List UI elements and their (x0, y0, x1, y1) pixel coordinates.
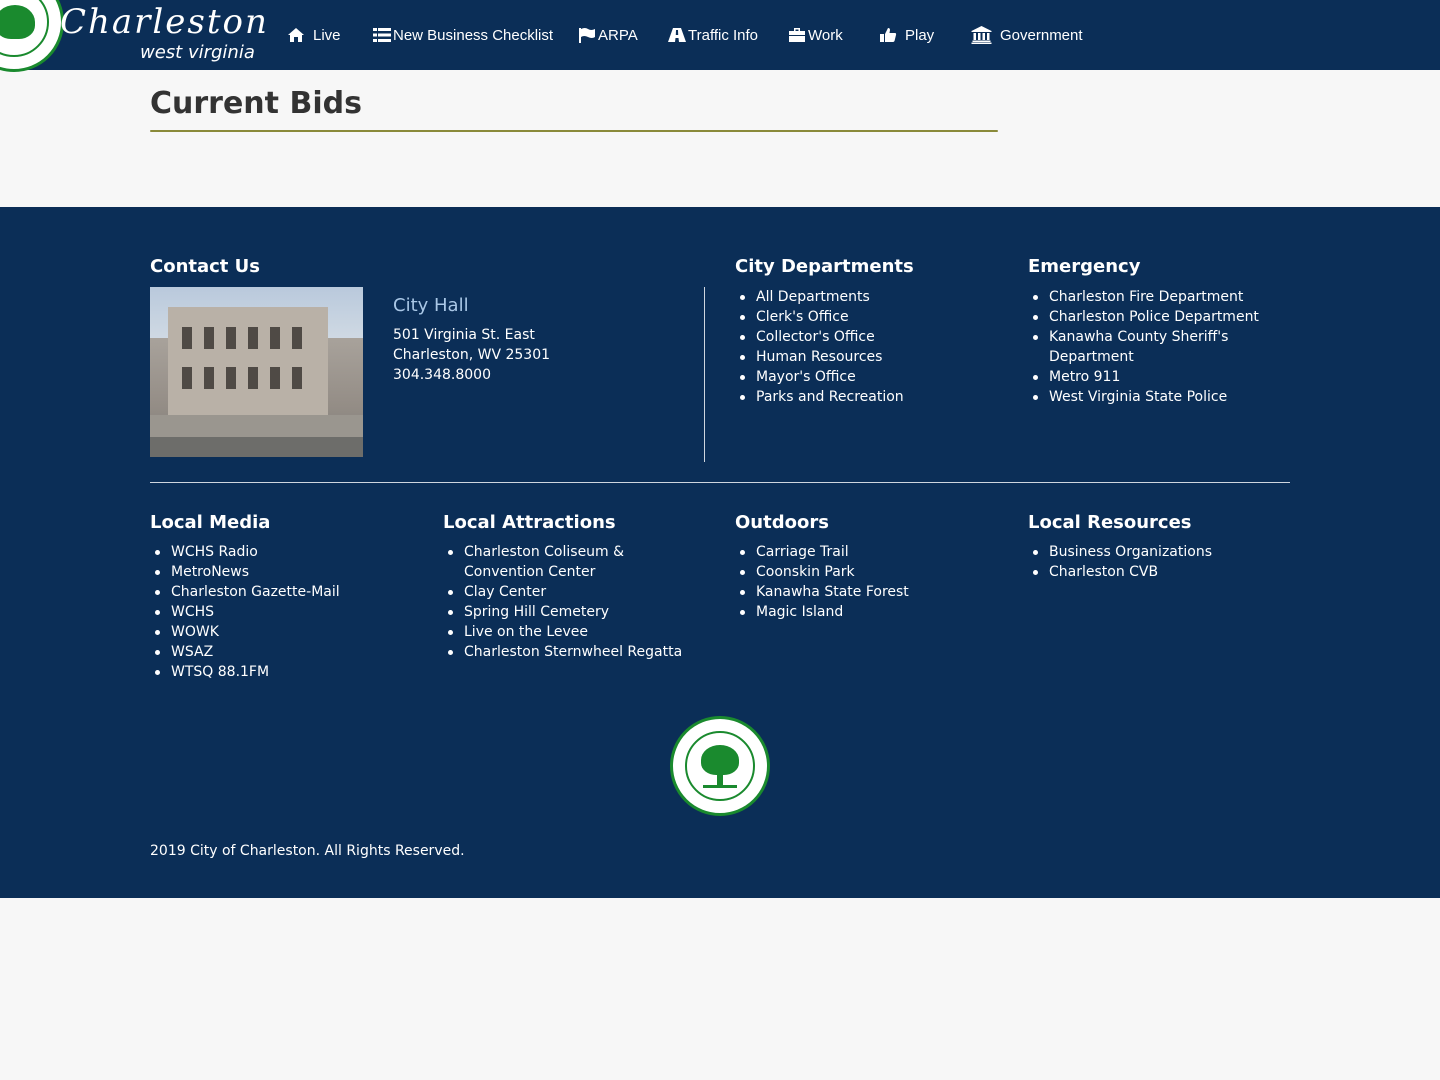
list-item[interactable]: Coonskin Park (735, 562, 1005, 582)
list-item[interactable]: Charleston Fire Department (1028, 287, 1268, 307)
list-item[interactable]: MetroNews (150, 562, 420, 582)
list-item[interactable]: Charleston Coliseum & Convention Center (443, 542, 705, 582)
top-navbar: Charleston west virginia Live New Busine… (0, 0, 1440, 72)
media-list: WCHS Radio MetroNews Charleston Gazette-… (150, 542, 420, 682)
list-item[interactable]: All Departments (735, 287, 1005, 307)
address-line-2: Charleston, WV 25301 (393, 347, 551, 363)
emergency-heading: Emergency (1028, 256, 1141, 277)
home-icon (288, 28, 304, 42)
nav-label: Government (1000, 26, 1083, 44)
list-item[interactable]: Metro 911 (1028, 367, 1268, 387)
list-item[interactable]: WTSQ 88.1FM (150, 662, 420, 682)
list-item[interactable]: Spring Hill Cemetery (443, 602, 705, 622)
list-item[interactable]: Human Resources (735, 347, 1005, 367)
list-item[interactable]: WSAZ (150, 642, 420, 662)
logo-title: Charleston (60, 2, 269, 42)
list-item[interactable]: Charleston Police Department (1028, 307, 1268, 327)
nav-label: Traffic Info (688, 26, 759, 44)
list-item[interactable]: Clay Center (443, 582, 705, 602)
attractions-list: Charleston Coliseum & Convention Center … (443, 542, 705, 662)
list-item[interactable]: Charleston CVB (1028, 562, 1290, 582)
horizontal-divider (150, 482, 1290, 483)
list-item[interactable]: Charleston Sternwheel Regatta (443, 642, 705, 662)
list-item[interactable]: Collector's Office (735, 327, 1005, 347)
title-divider (150, 130, 998, 132)
list-item[interactable]: WOWK (150, 622, 420, 642)
city-seal-icon (0, 0, 64, 72)
departments-list: All Departments Clerk's Office Collector… (735, 287, 1005, 407)
list-item[interactable]: WCHS Radio (150, 542, 420, 562)
page-title: Current Bids (150, 86, 362, 121)
media-heading: Local Media (150, 512, 271, 533)
copyright-text: 2019 City of Charleston. All Rights Rese… (150, 843, 465, 859)
vertical-divider (704, 287, 705, 462)
thumbs-up-icon (880, 28, 897, 42)
list-item[interactable]: West Virginia State Police (1028, 387, 1268, 407)
resources-list: Business Organizations Charleston CVB (1028, 542, 1290, 582)
city-seal-icon (670, 716, 770, 816)
nav-label: ARPA (598, 26, 638, 44)
nav-label: Live (313, 26, 341, 44)
outdoors-heading: Outdoors (735, 512, 829, 533)
departments-heading: City Departments (735, 256, 914, 277)
list-item[interactable]: Clerk's Office (735, 307, 1005, 327)
nav-item-government[interactable]: Government (971, 24, 1083, 46)
list-item[interactable]: Carriage Trail (735, 542, 1005, 562)
list-item[interactable]: Magic Island (735, 602, 1005, 622)
list-item[interactable]: Charleston Gazette-Mail (150, 582, 420, 602)
attractions-heading: Local Attractions (443, 512, 616, 533)
nav-item-play[interactable]: Play (879, 24, 934, 46)
contact-heading: Contact Us (150, 256, 261, 277)
emergency-list: Charleston Fire Department Charleston Po… (1028, 287, 1268, 407)
list-item[interactable]: WCHS (150, 602, 420, 622)
list-item[interactable]: Parks and Recreation (735, 387, 1005, 407)
nav-item-traffic-info[interactable]: Traffic Info (668, 24, 758, 46)
site-footer: Contact Us City Hall 501 Virginia St. Ea… (0, 207, 1440, 898)
nav-item-work[interactable]: Work (788, 24, 843, 46)
list-item[interactable]: Mayor's Office (735, 367, 1005, 387)
list-item[interactable]: Live on the Levee (443, 622, 705, 642)
logo-subtitle: west virginia (140, 42, 255, 63)
address-line-1: 501 Virginia St. East (393, 327, 535, 343)
list-item[interactable]: Business Organizations (1028, 542, 1290, 562)
nav-item-arpa[interactable]: ARPA (578, 24, 638, 46)
resources-heading: Local Resources (1028, 512, 1192, 533)
institution-icon (971, 26, 992, 44)
nav-item-live[interactable]: Live (287, 24, 341, 46)
phone-number[interactable]: 304.348.8000 (393, 367, 491, 383)
briefcase-icon (789, 28, 805, 42)
city-hall-photo (150, 287, 363, 457)
road-icon (668, 28, 686, 42)
nav-label: New Business Checklist (393, 26, 554, 44)
list-icon (373, 28, 391, 42)
site-logo[interactable]: Charleston west virginia (0, 0, 267, 72)
nav-label: Play (905, 26, 935, 44)
nav-label: Work (808, 26, 843, 44)
list-item[interactable]: Kanawha State Forest (735, 582, 1005, 602)
city-hall-name[interactable]: City Hall (393, 295, 469, 316)
list-item[interactable]: Kanawha County Sheriff's Department (1028, 327, 1268, 367)
nav-item-new-business-checklist[interactable]: New Business Checklist (373, 24, 553, 46)
flag-icon (579, 28, 595, 43)
outdoors-list: Carriage Trail Coonskin Park Kanawha Sta… (735, 542, 1005, 622)
